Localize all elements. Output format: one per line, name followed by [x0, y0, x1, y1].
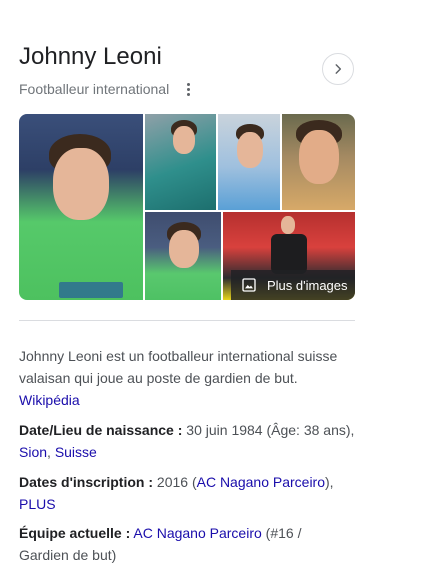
fact-current-team: Équipe actuelle : AC Nagano Parceiro (#1… — [19, 522, 359, 566]
image-gallery: Plus d'images — [19, 114, 355, 300]
plus-link[interactable]: PLUS — [19, 496, 56, 512]
wikipedia-link[interactable]: Wikipédia — [19, 392, 80, 408]
more-images-button[interactable]: Plus d'images — [231, 270, 355, 300]
fact-birth: Date/Lieu de naissance : 30 juin 1984 (Â… — [19, 419, 359, 463]
photo-3[interactable] — [218, 114, 280, 210]
photo-6[interactable]: Plus d'images — [223, 212, 355, 300]
sion-link[interactable]: Sion — [19, 444, 47, 460]
fact-current-team-line2: Gardien de but) — [19, 547, 117, 563]
photo-5[interactable] — [145, 212, 221, 300]
fact-inscription-prefix: 2016 ( — [156, 474, 197, 490]
image-icon — [242, 278, 256, 292]
entity-subtitle-row: Footballeur international — [19, 79, 194, 99]
section-divider — [19, 320, 355, 321]
entity-subtitle: Footballeur international — [19, 81, 170, 97]
fact-inscription-label: Dates d'inscription : — [19, 474, 154, 490]
fact-birth-separator: , — [47, 444, 55, 460]
fact-birth-value: 30 juin 1984 (Âge: 38 ans), — [186, 422, 355, 438]
club-link-inscription[interactable]: AC Nagano Parceiro — [197, 474, 325, 490]
fact-birth-label: Date/Lieu de naissance : — [19, 422, 183, 438]
chevron-right-icon — [335, 64, 342, 74]
fact-current-team-suffix: (#16 / — [261, 525, 302, 541]
description: Johnny Leoni est un footballeur internat… — [19, 345, 355, 411]
description-text: Johnny Leoni est un footballeur internat… — [19, 348, 338, 386]
more-images-label: Plus d'images — [267, 277, 348, 293]
club-link-current[interactable]: AC Nagano Parceiro — [133, 525, 261, 541]
fact-inscription: Dates d'inscription : 2016 (AC Nagano Pa… — [19, 471, 359, 515]
entity-title: Johnny Leoni — [19, 43, 162, 70]
suisse-link[interactable]: Suisse — [55, 444, 97, 460]
chevron-right-button[interactable] — [322, 53, 354, 85]
photo-main[interactable] — [19, 114, 143, 300]
photo-2[interactable] — [145, 114, 216, 210]
fact-inscription-suffix: ), — [325, 474, 334, 490]
more-options-icon[interactable] — [183, 81, 194, 98]
fact-current-team-label: Équipe actuelle : — [19, 525, 131, 541]
photo-4[interactable] — [282, 114, 355, 210]
